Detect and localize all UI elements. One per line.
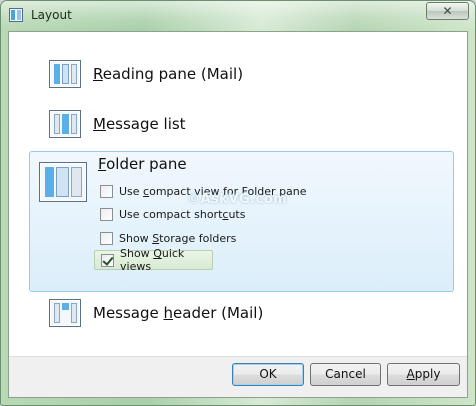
compact-view-checkbox[interactable] bbox=[100, 184, 113, 198]
folder-pane-section: Folder pane Use compact view for Folder … bbox=[29, 151, 454, 292]
folder-pane-layout-icon[interactable] bbox=[39, 162, 87, 202]
compact-shortcuts-label[interactable]: Use compact shortcuts bbox=[119, 208, 245, 221]
message-list-layout-icon[interactable] bbox=[49, 110, 81, 138]
watermark-text: ©AskVG.com bbox=[187, 192, 288, 207]
dialog-footer: OK Cancel Apply bbox=[9, 356, 467, 397]
reading-pane-label[interactable]: Reading pane (Mail) bbox=[93, 65, 243, 83]
quick-views-label[interactable]: Show Quick views bbox=[120, 247, 206, 273]
compact-shortcuts-checkbox-row[interactable]: Use compact shortcuts bbox=[94, 204, 251, 224]
message-header-option[interactable]: Message header (Mail) bbox=[49, 297, 263, 329]
storage-folders-label[interactable]: Show Storage folders bbox=[119, 232, 236, 245]
storage-folders-checkbox[interactable] bbox=[100, 231, 113, 245]
storage-folders-checkbox-row[interactable]: Show Storage folders bbox=[94, 228, 242, 248]
close-icon: ✕ bbox=[442, 4, 453, 18]
quick-views-checkbox-row[interactable]: Show Quick views bbox=[94, 247, 213, 273]
ok-button[interactable]: OK bbox=[232, 363, 304, 386]
layout-dialog: Layout ✕ Reading pane (Mail) Message lis… bbox=[0, 0, 476, 406]
layout-app-icon bbox=[9, 8, 23, 22]
compact-shortcuts-checkbox[interactable] bbox=[100, 207, 113, 221]
message-list-option[interactable]: Message list bbox=[49, 108, 186, 140]
reading-pane-option[interactable]: Reading pane (Mail) bbox=[49, 58, 243, 90]
message-header-layout-icon[interactable] bbox=[49, 299, 81, 327]
apply-button[interactable]: Apply bbox=[387, 363, 460, 386]
quick-views-checkbox[interactable] bbox=[101, 253, 114, 267]
message-list-label[interactable]: Message list bbox=[93, 115, 186, 133]
cancel-button[interactable]: Cancel bbox=[310, 363, 381, 386]
window-title: Layout bbox=[31, 8, 72, 22]
close-button[interactable]: ✕ bbox=[426, 2, 469, 20]
dialog-body: Reading pane (Mail) Message list Folder … bbox=[8, 31, 468, 398]
folder-pane-label[interactable]: Folder pane bbox=[98, 155, 187, 173]
reading-pane-layout-icon[interactable] bbox=[49, 60, 81, 88]
message-header-label[interactable]: Message header (Mail) bbox=[93, 304, 263, 322]
